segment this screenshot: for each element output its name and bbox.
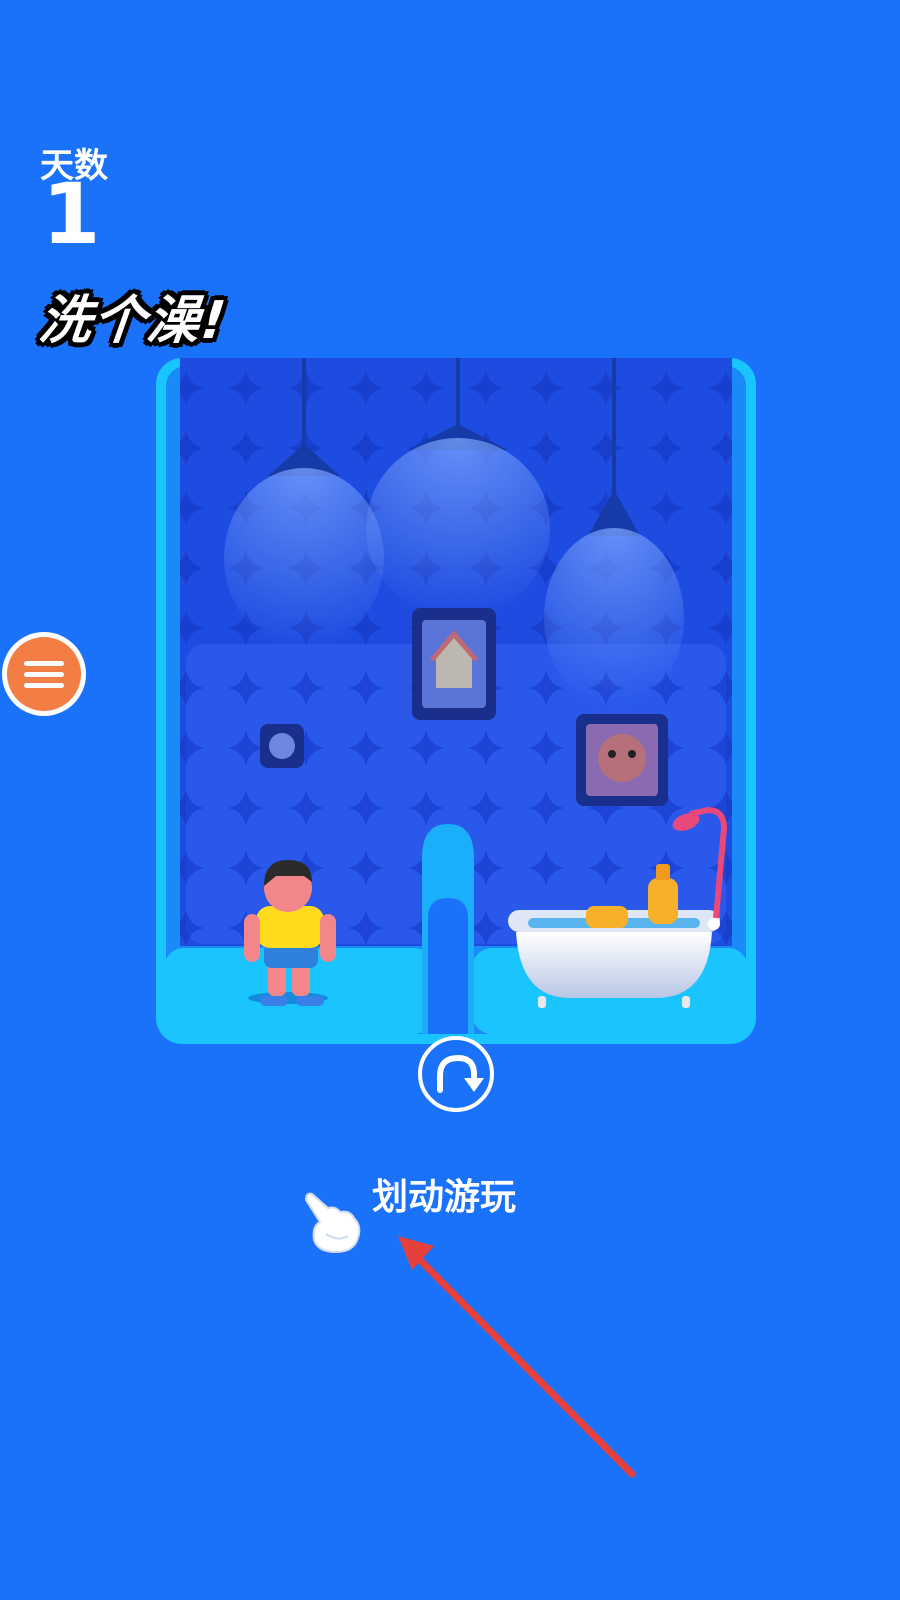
house-picture-frame [412, 608, 496, 720]
day-number: 1 [42, 165, 101, 263]
cat-picture-frame [576, 714, 668, 806]
pointing-hand-icon [304, 1192, 361, 1254]
small-wall-badge [260, 724, 304, 768]
room-panel[interactable] [156, 358, 756, 1044]
game-screen: 天数 1 洗个澡! 划动游玩 [0, 0, 900, 1600]
menu-button[interactable] [2, 632, 86, 716]
rotate-clockwise-icon [418, 1036, 494, 1112]
divider-pipe [422, 824, 474, 1034]
task-title: 洗个澡! [36, 291, 231, 351]
swipe-hint-text: 划动游玩 [372, 1177, 517, 1218]
soap [586, 906, 628, 928]
room-scene [156, 358, 756, 1044]
hamburger-menu-icon [7, 637, 81, 711]
rotate-button[interactable] [416, 1034, 496, 1114]
